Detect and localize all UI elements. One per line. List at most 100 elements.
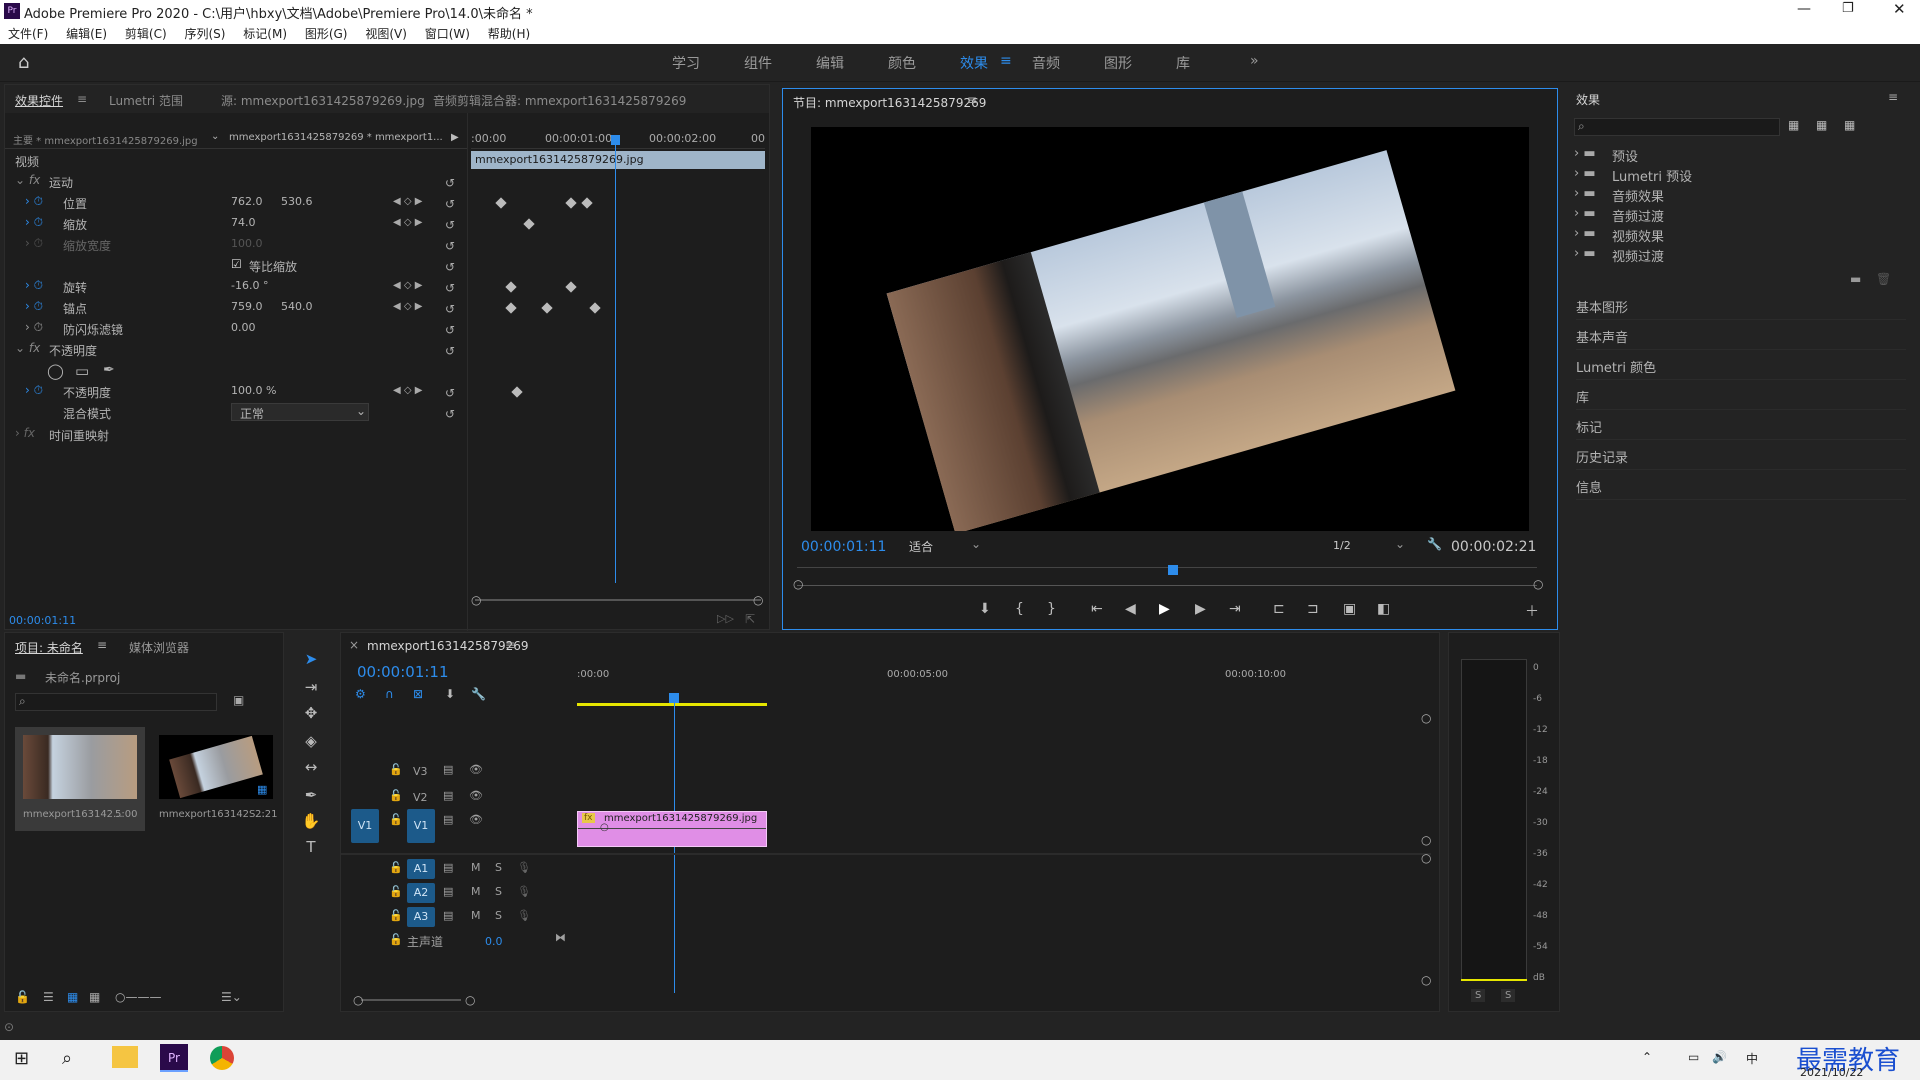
- solo-left-button[interactable]: S: [1471, 989, 1486, 1002]
- menu-sequence[interactable]: 序列(S): [184, 27, 225, 41]
- keyframe-nav-rotation[interactable]: ◀ ◇ ▶: [393, 280, 422, 291]
- keyframe[interactable]: [565, 197, 577, 209]
- play-icon[interactable]: ▶: [451, 132, 459, 152]
- effects-search-input[interactable]: ⌕: [1574, 118, 1780, 136]
- timeline-timecode[interactable]: 00:00:01:11: [357, 663, 449, 681]
- menu-help[interactable]: 帮助(H): [488, 27, 530, 41]
- effects-folder-audio-transitions[interactable]: 音频过渡: [1612, 206, 1664, 225]
- effect-clip-bar[interactable]: mmexport1631425879269.jpg: [471, 151, 765, 169]
- selection-tool-icon[interactable]: ➤: [300, 650, 322, 672]
- ripple-edit-tool-icon[interactable]: ✥: [300, 704, 322, 726]
- scroll-handle-icon[interactable]: ○: [793, 577, 803, 591]
- scroll-handle-icon[interactable]: ○: [1533, 577, 1543, 591]
- reset-icon[interactable]: ↺: [445, 173, 461, 194]
- rotation-value[interactable]: -16.0 °: [231, 279, 268, 299]
- menu-window[interactable]: 窗口(W): [425, 27, 470, 41]
- workspace-assembly[interactable]: 组件: [744, 53, 772, 73]
- icon-view-icon[interactable]: ▦: [67, 990, 78, 1004]
- rectangle-mask-icon[interactable]: ▭: [75, 362, 89, 382]
- program-timecode[interactable]: 00:00:01:11: [801, 539, 886, 555]
- time-remap-label[interactable]: 时间重映射: [49, 427, 109, 447]
- reset-icon[interactable]: ↺: [445, 194, 461, 215]
- close-button[interactable]: ✕: [1893, 0, 1906, 18]
- tab-audio-clip-mixer[interactable]: 音频剪辑混合器: mmexport1631425879269: [433, 92, 686, 109]
- track-lock-icon[interactable]: 🔓: [389, 885, 403, 898]
- menu-clip[interactable]: 剪辑(C): [125, 27, 167, 41]
- sync-lock-icon[interactable]: ▤: [443, 861, 453, 874]
- keyframe[interactable]: [581, 197, 593, 209]
- reset-icon[interactable]: ↺: [445, 404, 461, 425]
- source-patch-v1[interactable]: V1: [351, 809, 379, 843]
- keyframe[interactable]: [541, 302, 553, 314]
- step-back-icon[interactable]: ◀: [1125, 601, 1136, 617]
- compare-icon[interactable]: ◧: [1377, 601, 1390, 617]
- timeline-ruler[interactable]: :00:00 00:00:05:00 00:00:10:00: [577, 661, 1286, 691]
- mute-button[interactable]: M: [471, 909, 481, 922]
- add-marker-icon[interactable]: ⬇: [445, 687, 455, 701]
- resolution-select[interactable]: 1/2 ⌄: [1331, 537, 1411, 555]
- pen-mask-icon[interactable]: ✒: [103, 362, 115, 382]
- video-canvas[interactable]: [811, 127, 1529, 531]
- hand-tool-icon[interactable]: ✋: [300, 812, 322, 834]
- sync-lock-icon[interactable]: ▤: [443, 763, 453, 776]
- anchor-y-value[interactable]: 540.0: [281, 300, 313, 320]
- settings-wrench-icon[interactable]: 🔧: [1427, 537, 1442, 551]
- workspace-menu-icon[interactable]: ≡: [1000, 53, 1012, 69]
- workspace-color[interactable]: 颜色: [888, 53, 916, 73]
- position-x-value[interactable]: 762.0: [231, 195, 263, 215]
- workspace-graphics[interactable]: 图形: [1104, 53, 1132, 73]
- slip-tool-icon[interactable]: ↔: [300, 758, 322, 780]
- menu-marker[interactable]: 标记(M): [243, 27, 287, 41]
- track-select-tool-icon[interactable]: ⇥: [300, 678, 322, 700]
- uniform-scale-checkbox[interactable]: ☑: [231, 257, 242, 277]
- anchor-x-value[interactable]: 759.0: [231, 300, 263, 320]
- track-v1-target[interactable]: V1: [407, 809, 435, 843]
- monitor-scroll[interactable]: [797, 585, 1537, 586]
- keyframe[interactable]: [495, 197, 507, 209]
- keyframe[interactable]: [589, 302, 601, 314]
- menu-file[interactable]: 文件(F): [8, 27, 48, 41]
- add-marker-icon[interactable]: ⬇: [979, 601, 991, 617]
- minimize-button[interactable]: —: [1797, 1, 1811, 17]
- timeline-hscroll[interactable]: [361, 999, 461, 1001]
- opacity-value[interactable]: 100.0 %: [231, 384, 276, 404]
- nest-icon[interactable]: ⚙: [355, 687, 366, 701]
- project-search-input[interactable]: ⌕: [15, 693, 217, 711]
- keyframe[interactable]: [505, 281, 517, 293]
- tray-chevron-icon[interactable]: ⌃: [1642, 1050, 1652, 1064]
- tab-source[interactable]: 源: mmexport1631425879269.jpg: [221, 92, 425, 109]
- workspace-editing[interactable]: 编辑: [816, 53, 844, 73]
- reset-icon[interactable]: ↺: [445, 383, 461, 404]
- monitor-time-ruler[interactable]: [797, 567, 1537, 568]
- track-a1-target[interactable]: A1: [407, 859, 435, 879]
- panel-menu-icon[interactable]: ≡: [97, 638, 107, 652]
- mute-button[interactable]: M: [471, 861, 481, 874]
- maximize-button[interactable]: ❐: [1842, 1, 1854, 16]
- effects-folder-video-transitions[interactable]: 视频过渡: [1612, 246, 1664, 265]
- premiere-taskbar-icon[interactable]: Pr: [160, 1044, 188, 1072]
- monitor-playhead[interactable]: [1168, 565, 1178, 575]
- yuv-effects-icon[interactable]: ▦: [1844, 118, 1855, 132]
- search-icon[interactable]: ⌕: [62, 1048, 72, 1069]
- track-lock-icon[interactable]: 🔓: [389, 789, 403, 802]
- mic-icon[interactable]: 🎙: [517, 909, 531, 922]
- track-a2-target[interactable]: A2: [407, 883, 435, 903]
- section-essential-graphics[interactable]: 基本图形: [1576, 290, 1906, 320]
- tab-lumetri-scopes[interactable]: Lumetri 范围: [109, 92, 183, 109]
- track-a3-target[interactable]: A3: [407, 907, 435, 927]
- sort-icon[interactable]: ☰⌄: [221, 990, 242, 1004]
- dropdown-icon[interactable]: ⌄: [211, 131, 219, 151]
- new-bin-icon[interactable]: ▬: [1850, 272, 1861, 286]
- master-clip-label[interactable]: 主要 * mmexport1631425879269.jpg: [13, 132, 198, 152]
- track-lock-icon[interactable]: 🔓: [389, 813, 403, 826]
- delete-icon[interactable]: 🗑: [1876, 272, 1891, 286]
- workspace-audio[interactable]: 音频: [1032, 53, 1060, 73]
- effect-current-time[interactable]: 00:00:01:11: [9, 614, 76, 627]
- play-button[interactable]: ▶: [1159, 601, 1170, 617]
- volume-icon[interactable]: 🔊: [1712, 1050, 1727, 1064]
- section-libraries[interactable]: 库: [1576, 380, 1906, 410]
- position-y-value[interactable]: 530.6: [281, 195, 313, 215]
- timeline-clip[interactable]: fx mmexport1631425879269.jpg ○: [577, 811, 767, 847]
- zoom-fit-select[interactable]: 适合 ⌄: [907, 537, 987, 555]
- menu-view[interactable]: 视图(V): [365, 27, 407, 41]
